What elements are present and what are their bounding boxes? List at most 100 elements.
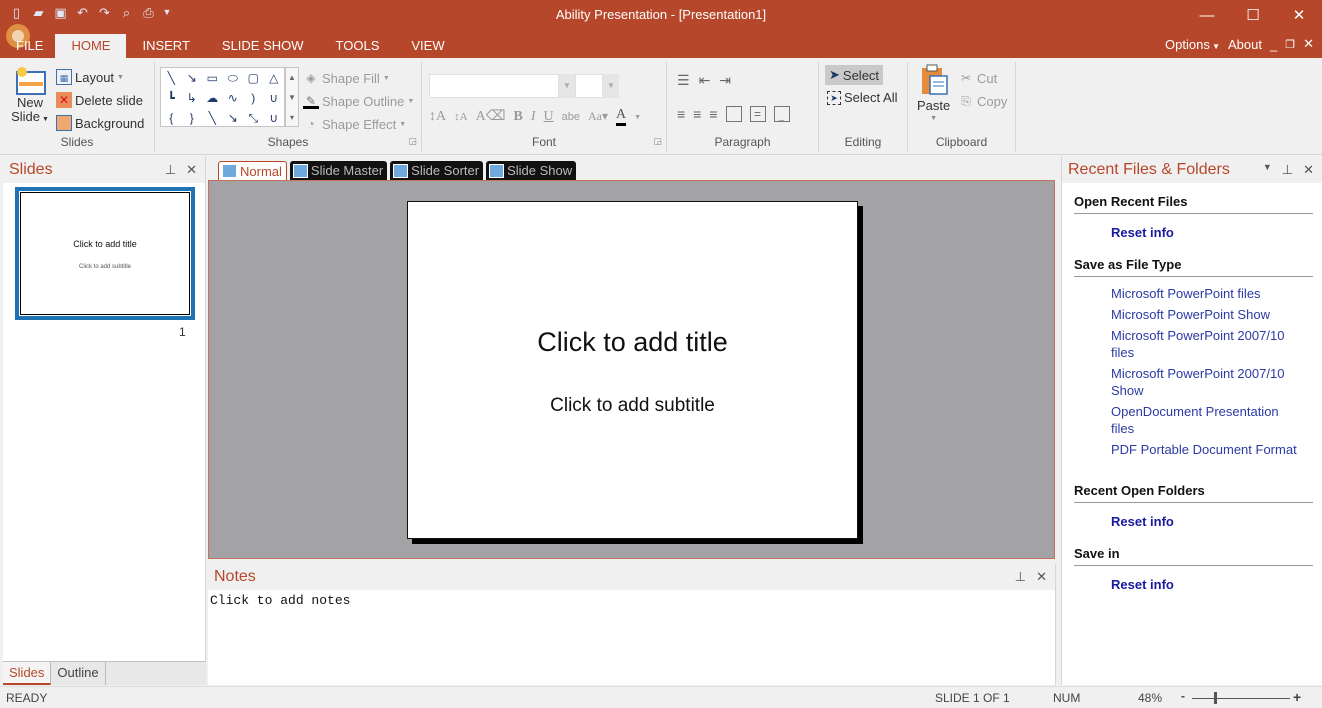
- file-type-link[interactable]: Microsoft PowerPoint files: [1111, 285, 1313, 302]
- tab-insert[interactable]: INSERT: [126, 34, 205, 58]
- gallery-scroll-up[interactable]: ▲: [286, 68, 298, 88]
- elbow-arrow-connector-icon[interactable]: ↳: [182, 88, 203, 108]
- slide-thumbnail[interactable]: Click to add title Click to add subtitle: [15, 187, 195, 320]
- arc-shape-icon[interactable]: ): [243, 88, 264, 108]
- file-type-link[interactable]: Microsoft PowerPoint 2007/10 files: [1111, 327, 1291, 361]
- italic-icon[interactable]: I: [531, 109, 536, 125]
- strikethrough-icon[interactable]: abe: [562, 111, 580, 123]
- tab-file[interactable]: FILE: [0, 34, 55, 58]
- tab-slides[interactable]: Slides: [3, 662, 52, 685]
- zoom-slider[interactable]: [1192, 698, 1290, 699]
- new-slide-button[interactable]: New Slide ▼: [10, 66, 50, 127]
- reset-info-link[interactable]: Reset info: [1111, 576, 1313, 593]
- pin-icon[interactable]: ⊥: [1015, 569, 1026, 585]
- close-icon[interactable]: ✕: [186, 162, 197, 178]
- bold-icon[interactable]: B: [514, 109, 523, 125]
- font-name-input[interactable]: [429, 74, 559, 98]
- doc-minimize-button[interactable]: _: [1270, 37, 1277, 52]
- shrink-font-icon[interactable]: ↕A: [454, 111, 467, 123]
- shape-outline-button[interactable]: ✎ Shape Outline ▼: [303, 93, 414, 109]
- change-case-icon[interactable]: Aa▾: [588, 109, 608, 124]
- zoom-out-button[interactable]: -: [1181, 689, 1185, 703]
- underline-icon[interactable]: U: [544, 109, 554, 125]
- file-type-link[interactable]: Microsoft PowerPoint 2007/10 Show: [1111, 365, 1291, 399]
- view-tab-slide-master[interactable]: Slide Master: [289, 161, 388, 180]
- cut-button[interactable]: ✂ Cut: [958, 70, 997, 86]
- align-bottom-icon[interactable]: _: [773, 106, 790, 122]
- line-shape-2-icon[interactable]: ╲: [202, 108, 223, 128]
- copy-button[interactable]: ⎘ Copy: [958, 93, 1007, 109]
- right-brace-icon[interactable]: }: [182, 108, 203, 128]
- shape-fill-button[interactable]: ◈ Shape Fill ▼: [303, 70, 389, 86]
- align-right-icon[interactable]: ≡: [709, 106, 717, 122]
- grow-font-icon[interactable]: ↕A: [429, 109, 446, 125]
- bullet-list-icon[interactable]: ☰: [677, 72, 690, 89]
- minimize-button[interactable]: —: [1184, 0, 1230, 30]
- tab-tools[interactable]: TOOLS: [320, 34, 396, 58]
- align-left-icon[interactable]: ≡: [677, 106, 685, 122]
- rounded-rect-shape-icon[interactable]: ▢: [243, 68, 264, 88]
- line-shape-icon[interactable]: ╲: [161, 68, 182, 88]
- tab-outline[interactable]: Outline: [51, 662, 106, 685]
- font-dialog-launcher-icon[interactable]: ◲: [653, 136, 662, 147]
- increase-indent-icon[interactable]: ⇥: [719, 72, 731, 89]
- freeform-shape-icon[interactable]: ∿: [223, 88, 244, 108]
- select-button[interactable]: ➤ Select: [825, 65, 884, 85]
- about-menu[interactable]: About: [1228, 37, 1262, 52]
- pin-icon[interactable]: ⊥: [165, 162, 176, 178]
- zoom-in-button[interactable]: +: [1293, 689, 1301, 705]
- options-menu[interactable]: Options ▼: [1165, 37, 1220, 52]
- slide-subtitle-placeholder[interactable]: Click to add subtitle: [408, 395, 857, 417]
- double-arrow-shape-icon[interactable]: ⤡: [243, 108, 264, 128]
- clear-formatting-icon[interactable]: A⌫: [476, 108, 506, 125]
- cloud-shape-icon[interactable]: ☁: [202, 88, 223, 108]
- tab-slide-show[interactable]: SLIDE SHOW: [206, 34, 320, 58]
- arrow-shape-2-icon[interactable]: ↘: [223, 108, 244, 128]
- maximize-button[interactable]: ☐: [1230, 0, 1276, 30]
- curve-shape-2-icon[interactable]: ∪: [264, 108, 285, 128]
- font-size-input[interactable]: [575, 74, 603, 98]
- rectangle-shape-icon[interactable]: ▭: [202, 68, 223, 88]
- background-button[interactable]: Background: [56, 115, 144, 131]
- doc-restore-button[interactable]: ❐: [1285, 38, 1295, 51]
- close-button[interactable]: ✕: [1276, 0, 1322, 30]
- align-center-icon[interactable]: ≡: [693, 106, 701, 122]
- chevron-down-icon[interactable]: ▼: [1263, 162, 1272, 178]
- delete-slide-button[interactable]: ✕ Delete slide: [56, 92, 143, 108]
- paste-button[interactable]: Paste ▼: [917, 64, 950, 122]
- left-brace-icon[interactable]: {: [161, 108, 182, 128]
- pin-icon[interactable]: ⊥: [1282, 162, 1293, 178]
- gallery-scroll-down[interactable]: ▼: [286, 88, 298, 108]
- file-type-link[interactable]: PDF Portable Document Format: [1111, 441, 1313, 458]
- select-all-button[interactable]: ➤ Select All: [827, 90, 897, 105]
- slide[interactable]: Click to add title Click to add subtitle: [407, 201, 858, 539]
- ellipse-shape-icon[interactable]: ⬭: [223, 68, 244, 88]
- close-icon[interactable]: ✕: [1036, 569, 1047, 585]
- tab-home[interactable]: HOME: [55, 34, 127, 58]
- align-top-icon[interactable]: ‾: [725, 106, 742, 122]
- view-tab-slide-show[interactable]: Slide Show: [486, 161, 577, 180]
- layout-button[interactable]: ▦ Layout ▼: [56, 69, 124, 85]
- font-name-dropdown[interactable]: ▼: [559, 74, 575, 98]
- notes-input[interactable]: Click to add notes: [208, 590, 1055, 611]
- tab-view[interactable]: VIEW: [395, 34, 460, 58]
- curve-shape-icon[interactable]: ∪: [264, 88, 285, 108]
- font-color-icon[interactable]: A: [616, 107, 627, 126]
- elbow-connector-icon[interactable]: ┗: [161, 88, 182, 108]
- file-type-link[interactable]: OpenDocument Presentation files: [1111, 403, 1291, 437]
- view-tab-slide-sorter[interactable]: Slide Sorter: [390, 161, 484, 180]
- view-tab-normal[interactable]: Normal: [218, 161, 287, 180]
- reset-info-link[interactable]: Reset info: [1111, 513, 1313, 530]
- shapes-gallery[interactable]: ╲ ↘ ▭ ⬭ ▢ △ ┗ ↳ ☁ ∿) ∪ {} ╲ ↘ ⤡ ∪: [160, 67, 285, 127]
- slide-title-placeholder[interactable]: Click to add title: [408, 327, 857, 358]
- file-type-link[interactable]: Microsoft PowerPoint Show: [1111, 306, 1313, 323]
- font-size-dropdown[interactable]: ▼: [603, 74, 619, 98]
- zoom-slider-thumb[interactable]: [1214, 692, 1217, 704]
- shapes-dialog-launcher-icon[interactable]: ◲: [408, 136, 417, 147]
- decrease-indent-icon[interactable]: ⇤: [699, 72, 711, 89]
- triangle-shape-icon[interactable]: △: [264, 68, 285, 88]
- align-middle-icon[interactable]: =: [749, 106, 766, 122]
- close-icon[interactable]: ✕: [1303, 162, 1314, 178]
- reset-info-link[interactable]: Reset info: [1111, 224, 1313, 241]
- doc-close-button[interactable]: ✕: [1303, 36, 1314, 52]
